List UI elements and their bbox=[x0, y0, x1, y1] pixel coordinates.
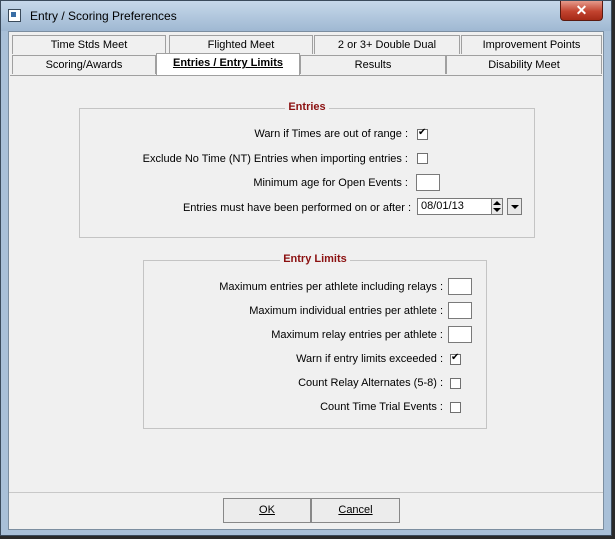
tab-time-stds-meet[interactable]: Time Stds Meet bbox=[12, 35, 166, 54]
min-age-label: Minimum age for Open Events : bbox=[253, 177, 408, 189]
spin-up-icon[interactable] bbox=[493, 201, 501, 205]
tab-scoring-awards[interactable]: Scoring/Awards bbox=[12, 55, 156, 74]
tab-label: Time Stds Meet bbox=[50, 39, 128, 51]
preferences-window: Entry / Scoring Preferences ✕ Time Stds … bbox=[0, 0, 612, 536]
entries-group: Entries Warn if Times are out of range :… bbox=[79, 101, 535, 238]
tab-label: Scoring/Awards bbox=[45, 59, 123, 71]
tab-label: 2 or 3+ Double Dual bbox=[337, 39, 437, 51]
ok-button[interactable]: OK bbox=[223, 498, 311, 523]
date-spin-buttons[interactable] bbox=[491, 198, 503, 215]
tab-label: Entries / Entry Limits bbox=[172, 57, 284, 69]
dialog-client-area: Time Stds Meet Flighted Meet 2 or 3+ Dou… bbox=[8, 31, 604, 530]
warn-exceeded-checkbox[interactable] bbox=[450, 352, 461, 365]
relay-alternates-checkbox[interactable] bbox=[450, 378, 461, 389]
warn-times-label: Warn if Times are out of range : bbox=[254, 128, 408, 140]
tab-label: Results bbox=[354, 59, 392, 71]
max-individual-label: Maximum individual entries per athlete : bbox=[249, 305, 443, 317]
entry-limits-group: Entry Limits Maximum entries per athlete… bbox=[143, 253, 487, 429]
cancel-button[interactable]: Cancel bbox=[311, 498, 400, 523]
max-entries-label: Maximum entries per athlete including re… bbox=[219, 281, 443, 293]
warn-times-checkbox[interactable] bbox=[417, 127, 428, 140]
tab-label: Improvement Points bbox=[482, 39, 581, 51]
entries-group-title: Entries bbox=[285, 101, 329, 113]
entry-limits-group-title: Entry Limits bbox=[280, 253, 350, 265]
ok-button-label: OK bbox=[259, 504, 275, 516]
title-bar[interactable]: Entry / Scoring Preferences ✕ bbox=[1, 1, 611, 31]
max-individual-field[interactable] bbox=[448, 302, 472, 319]
tab-label: Flighted Meet bbox=[207, 39, 275, 51]
max-entries-field[interactable] bbox=[448, 278, 472, 295]
min-age-field[interactable] bbox=[416, 174, 440, 191]
app-icon bbox=[8, 9, 21, 22]
tab-disability-meet[interactable]: Disability Meet bbox=[446, 55, 602, 74]
footer-divider bbox=[9, 492, 603, 493]
performed-after-label: Entries must have been performed on or a… bbox=[182, 202, 411, 214]
cancel-button-label: Cancel bbox=[338, 504, 373, 516]
time-trial-checkbox[interactable] bbox=[450, 402, 461, 413]
close-button[interactable]: ✕ bbox=[560, 1, 603, 21]
tab-double-dual[interactable]: 2 or 3+ Double Dual bbox=[314, 35, 460, 54]
tab-results[interactable]: Results bbox=[300, 55, 446, 74]
tab-entries-entry-limits[interactable]: Entries / Entry Limits bbox=[156, 53, 300, 75]
exclude-nt-label: Exclude No Time (NT) Entries when import… bbox=[142, 153, 408, 165]
tab-flighted-meet[interactable]: Flighted Meet bbox=[169, 35, 313, 54]
tab-label: Disability Meet bbox=[488, 59, 560, 71]
tab-panel: Entries Warn if Times are out of range :… bbox=[10, 75, 602, 492]
max-relay-label: Maximum relay entries per athlete : bbox=[271, 329, 443, 341]
spin-down-icon[interactable] bbox=[493, 208, 501, 212]
performed-after-date-field[interactable]: 08/01/13 bbox=[417, 198, 492, 215]
relay-alternates-label: Count Relay Alternates (5-8) : bbox=[298, 377, 443, 389]
date-dropdown-button[interactable] bbox=[507, 198, 522, 215]
time-trial-label: Count Time Trial Events : bbox=[320, 401, 443, 413]
tab-improvement-points[interactable]: Improvement Points bbox=[461, 35, 602, 54]
max-relay-field[interactable] bbox=[448, 326, 472, 343]
exclude-nt-checkbox[interactable] bbox=[417, 153, 428, 164]
warn-exceeded-label: Warn if entry limits exceeded : bbox=[296, 353, 443, 365]
window-title: Entry / Scoring Preferences bbox=[30, 9, 177, 23]
